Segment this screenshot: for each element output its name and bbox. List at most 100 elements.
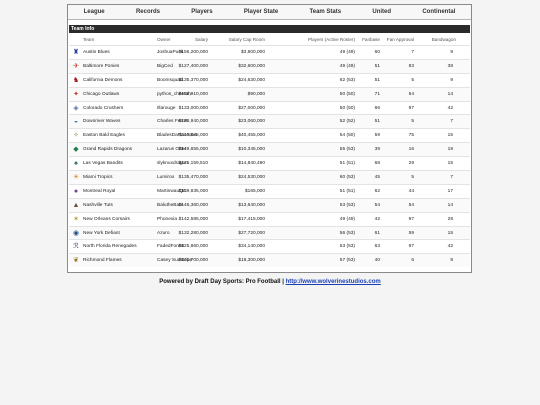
header-cap-room[interactable]: Salary Cap Room [229, 36, 265, 43]
team-name-link[interactable]: Austin Blues [83, 46, 110, 59]
cap-room-value: $10,345,000 [238, 147, 265, 153]
players-value: 53 (53) [339, 202, 355, 208]
owner-name-link[interactable]: Lumiroo [157, 171, 174, 184]
nav-player-state[interactable]: Player State [244, 9, 278, 15]
team-name-link[interactable]: Downriver Waves [83, 115, 120, 128]
nav-team-stats[interactable]: Team Stats [310, 9, 342, 15]
team-name-link[interactable]: Miami Tropics [83, 171, 113, 184]
salary-value: $127,400,000 [178, 63, 208, 69]
table-row: ◒ Downriver Waves Charles Ferret $136,940,0… [69, 114, 470, 129]
players-value: 53 (53) [339, 244, 355, 250]
team-name-link[interactable]: California Demons [83, 74, 122, 87]
owner-name-link[interactable]: Illarouge [157, 102, 175, 115]
fanbase-value: 54 [374, 202, 380, 208]
footer-link[interactable]: http://www.wolverinestudios.com [286, 279, 381, 285]
fan-approval-value: 54 [408, 202, 414, 208]
table-header: Team Owner Salary Salary Cap Room Player… [69, 36, 470, 43]
footer-text: Powered by Draft Day Sports: Pro Footbal… [159, 279, 286, 285]
header-players[interactable]: Players (Active Roster) [308, 36, 355, 43]
nav-united[interactable]: United [372, 9, 391, 15]
header-owner[interactable]: Owner [157, 36, 171, 43]
players-value: 57 (53) [339, 258, 355, 264]
team-logo-icon: ℛ [73, 243, 79, 251]
bandwagon-value: 42 [447, 105, 453, 111]
players-value: 52 (52) [339, 119, 355, 125]
nav-continental[interactable]: Continental [422, 9, 455, 15]
header-salary[interactable]: Salary [195, 36, 208, 43]
fanbase-value: 60 [374, 50, 380, 55]
cap-room-value: $3,800,000 [240, 50, 265, 55]
table-row: ◉ New York Defiant Azuro $132,280,000 $27,72… [69, 225, 470, 240]
salary-value: $141,700,000 [178, 258, 208, 264]
bandwagon-value: 9 [450, 77, 453, 83]
team-name-link[interactable]: Colorado Crushers [83, 102, 123, 115]
team-logo-icon: ✶ [73, 215, 79, 223]
fan-approval-value: 5 [411, 119, 414, 125]
table-row: ✧ Easton Bald Eagles BladesDaRaccoon $119,5… [69, 128, 470, 142]
fanbase-value: 61 [374, 230, 380, 236]
footer: Powered by Draft Day Sports: Pro Footbal… [0, 279, 540, 285]
bandwagon-value: 14 [447, 202, 453, 208]
team-logo-icon: ◒ [73, 118, 79, 126]
salary-value: $132,280,000 [178, 230, 208, 236]
owner-name-link[interactable]: Azuro [157, 227, 170, 240]
cap-room-value: $27,720,000 [238, 230, 265, 236]
team-name-link[interactable]: Richmond Flames [83, 254, 122, 267]
header-fanbase[interactable]: Fanbase [362, 36, 380, 43]
team-logo-icon: ◆ [73, 146, 79, 154]
players-value: 56 (53) [339, 230, 355, 236]
table-row: ℛ North Florida Renegades FadedForest $125,… [69, 239, 470, 253]
bandwagon-value: 7 [450, 119, 453, 125]
team-name-link[interactable]: Las Vegas Bandits [83, 157, 123, 170]
fanbase-value: 62 [374, 188, 380, 194]
header-team[interactable]: Team [83, 36, 94, 43]
team-logo-icon: ✦ [73, 90, 79, 98]
table-row: ● Montreal Royal MartinwauQC $159,835,000 $1… [69, 183, 470, 198]
bandwagon-value: 8 [450, 258, 453, 264]
players-value: 50 (50) [339, 105, 355, 111]
fanbase-value: 63 [374, 244, 380, 250]
header-fan-approval[interactable]: Fan Approval [387, 36, 414, 43]
bandwagon-value: 15 [447, 230, 453, 236]
team-name-link[interactable]: Grand Rapids Dragons [83, 143, 132, 156]
cap-room-value: $17,415,000 [238, 216, 265, 222]
team-name-link[interactable]: Nashville Tuts [83, 199, 113, 212]
bandwagon-value: 28 [447, 216, 453, 222]
team-logo-icon: ❦ [73, 257, 79, 265]
team-name-link[interactable]: New Orleans Corsairs [83, 213, 130, 226]
fanbase-value: 42 [374, 216, 380, 222]
table-row: ◈ Colorado Crushers Illarouge $133,000,000 $… [69, 100, 470, 115]
team-name-link[interactable]: New York Defiant [83, 227, 120, 240]
owner-name-link[interactable]: BigCed [157, 60, 173, 73]
fan-approval-value: 83 [408, 63, 414, 69]
team-name-link[interactable]: Baltimore Ponies [83, 60, 119, 73]
header-bandwagon[interactable]: Bandwagon [432, 36, 456, 43]
team-table: ♜ Austin Blues JoshuaPuck $156,200,000 $3,80… [69, 45, 470, 268]
fanbase-value: 51 [374, 63, 380, 69]
cap-room-value: $24,530,000 [238, 175, 265, 181]
fan-approval-value: 16 [408, 147, 414, 153]
team-name-link[interactable]: Easton Bald Eagles [83, 129, 125, 142]
team-name-link[interactable]: Montreal Royal [83, 185, 115, 198]
table-row: ♞ California Demons Boomsquad $135,370,000 $… [69, 72, 470, 87]
team-logo-icon: ◉ [72, 229, 80, 237]
salary-value: $156,200,000 [178, 50, 208, 55]
fanbase-value: 71 [374, 91, 380, 97]
team-name-link[interactable]: Chicago Outlaws [83, 88, 119, 101]
cap-room-value: $23,060,000 [238, 119, 265, 125]
bandwagon-value: 17 [447, 188, 453, 194]
players-value: 49 (49) [339, 63, 355, 69]
bandwagon-value: 38 [447, 63, 453, 69]
players-value: 50 (50) [339, 91, 355, 97]
fanbase-value: 51 [374, 77, 380, 83]
fan-approval-value: 97 [408, 105, 414, 111]
team-name-link[interactable]: North Florida Renegades [83, 240, 137, 253]
nav-league[interactable]: League [84, 9, 105, 15]
table-row: ♜ Austin Blues JoshuaPuck $156,200,000 $3,80… [69, 45, 470, 59]
salary-value: $136,940,000 [178, 119, 208, 125]
players-value: 54 (50) [339, 133, 355, 139]
owner-name-link[interactable]: Phonexia [157, 213, 177, 226]
nav-players[interactable]: Players [191, 9, 212, 15]
nav-records[interactable]: Records [136, 9, 160, 15]
bandwagon-value: 19 [447, 147, 453, 153]
